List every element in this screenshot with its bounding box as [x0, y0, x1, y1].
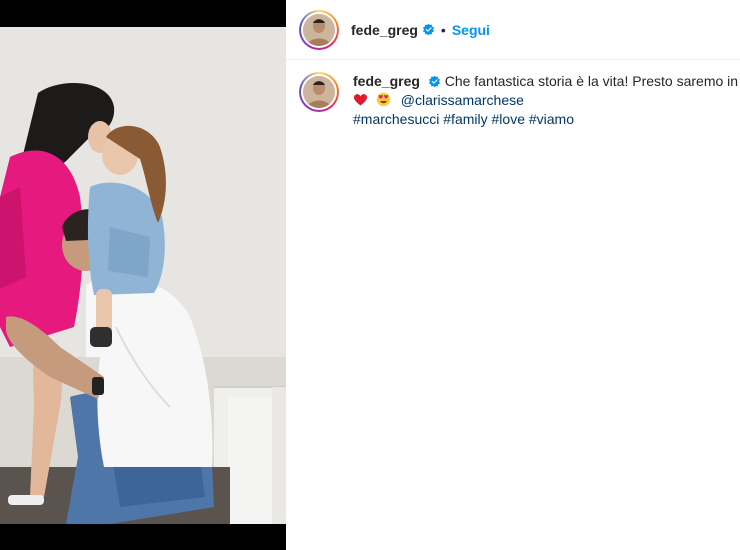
author-username[interactable]: fede_greg: [351, 22, 418, 38]
heart-eyes-face-icon: [376, 92, 391, 107]
post-header: fede_greg • Segui: [286, 0, 740, 60]
mention-link[interactable]: @clarissamarchese: [401, 92, 524, 108]
media-pane: [0, 0, 286, 550]
hashtag-link[interactable]: #marchesucci: [353, 111, 439, 127]
post-photo[interactable]: [0, 27, 286, 524]
caption-avatar[interactable]: [299, 72, 339, 112]
caption-comment: fede_greg Che fantastica storia è la vit…: [299, 72, 740, 129]
avatar-photo: [303, 13, 335, 46]
caption-username[interactable]: fede_greg: [353, 73, 420, 89]
red-heart-icon: [353, 94, 368, 106]
hashtag-link[interactable]: #family: [443, 111, 487, 127]
profile-avatar[interactable]: [299, 9, 339, 50]
avatar-photo: [303, 76, 335, 108]
separator-dot: •: [440, 21, 446, 38]
caption-text: fede_greg Che fantastica storia è la vit…: [353, 72, 740, 129]
verified-badge-icon: [422, 23, 434, 36]
hashtag-link[interactable]: #viamo: [529, 111, 574, 127]
verified-badge-icon: [428, 75, 440, 88]
follow-button[interactable]: Segui: [452, 22, 490, 38]
post-side-panel: fede_greg • Segui fede_greg Che fantasti…: [286, 0, 740, 550]
caption-body: Che fantastica storia è la vita! Presto …: [444, 73, 740, 89]
hashtag-link[interactable]: #love: [492, 111, 525, 127]
